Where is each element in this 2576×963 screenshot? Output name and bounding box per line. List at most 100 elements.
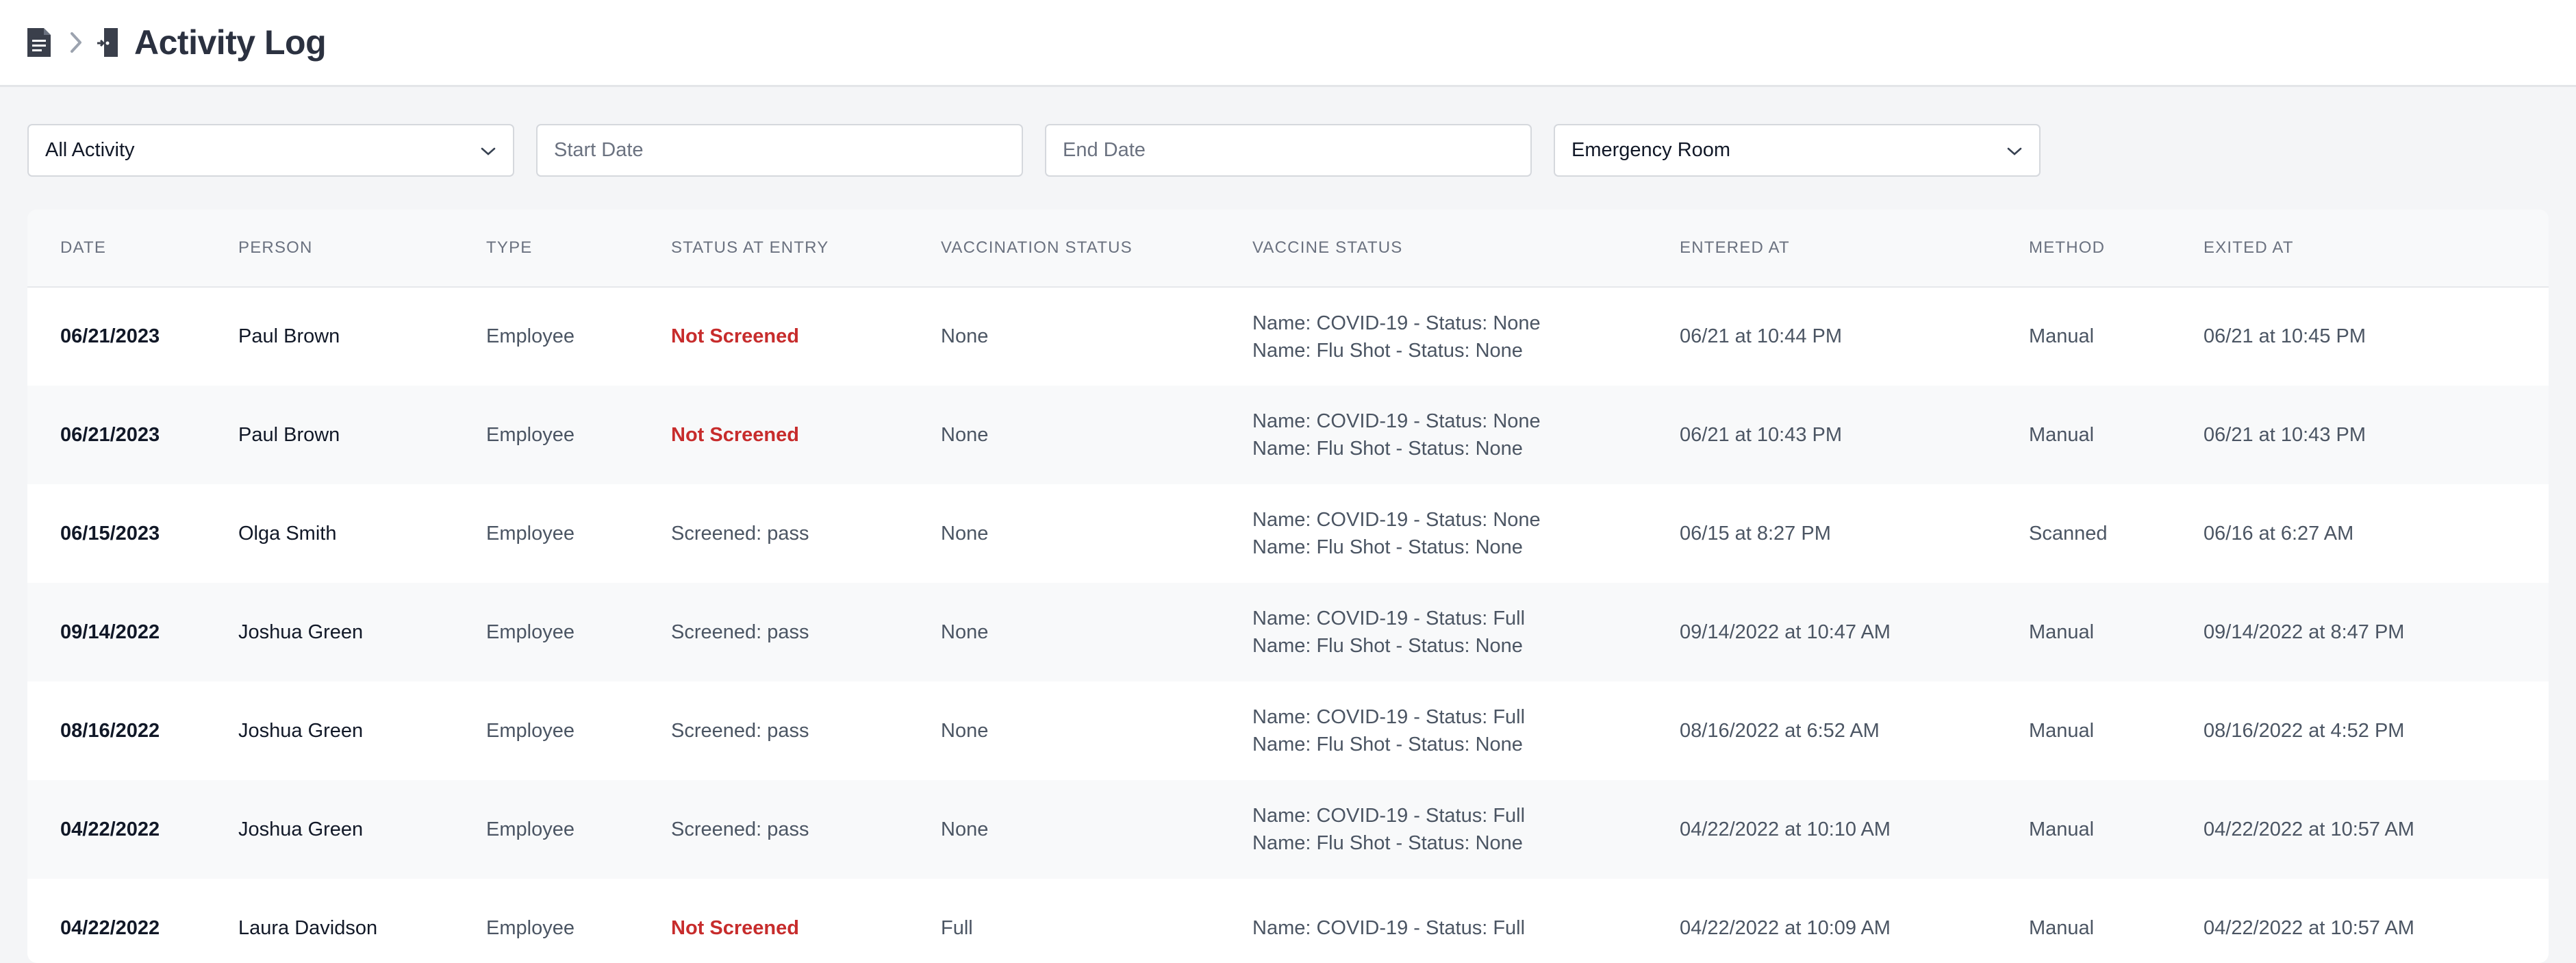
cell-vaccination-status: None — [941, 818, 989, 840]
cell-vaccination-status: None — [941, 423, 989, 446]
cell-type: Employee — [486, 522, 574, 545]
vaccine-status-line: Name: COVID-19 - Status: None — [1252, 410, 1541, 432]
chevron-right-icon — [70, 32, 82, 53]
activity-table-card: DATE PERSON TYPE STATUS AT ENTRY VACCINA… — [27, 210, 2549, 963]
cell-entered-at: 09/14/2022 at 10:47 AM — [1680, 621, 1891, 643]
table-row[interactable]: 04/22/2022 Joshua Green Employee Screened: … — [27, 780, 2549, 879]
cell-vaccine-status: Name: COVID-19 - Status: None Name: Flu S… — [1252, 386, 1680, 484]
cell-entered-at: 06/21 at 10:43 PM — [1680, 423, 1842, 446]
cell-vaccination-status: None — [941, 719, 989, 742]
cell-exited-at: 04/22/2022 at 10:57 AM — [2204, 916, 2414, 939]
cell-vaccine-status: Name: COVID-19 - Status: Full — [1252, 879, 1680, 963]
col-header-entered-at[interactable]: ENTERED AT — [1680, 210, 2029, 288]
vaccine-status-line: Name: Flu Shot - Status: None — [1252, 832, 1523, 854]
start-date-input[interactable] — [554, 125, 1005, 175]
vaccine-status-line: Name: COVID-19 - Status: Full — [1252, 706, 1526, 728]
cell-status-entry: Not Screened — [671, 916, 799, 939]
cell-method: Manual — [2029, 916, 2095, 939]
cell-type: Employee — [486, 818, 574, 840]
cell-vaccine-status: Name: COVID-19 - Status: Full Name: Flu S… — [1252, 583, 1680, 681]
cell-status-entry: Screened: pass — [671, 719, 809, 742]
cell-vaccine-status: Name: COVID-19 - Status: None Name: Flu S… — [1252, 287, 1680, 386]
col-header-vaccine-status[interactable]: VACCINE STATUS — [1252, 210, 1680, 288]
cell-method: Manual — [2029, 621, 2095, 643]
vaccine-status-line: Name: COVID-19 - Status: Full — [1252, 608, 1526, 629]
table-header-row: DATE PERSON TYPE STATUS AT ENTRY VACCINA… — [27, 210, 2549, 288]
location-select-value: Emergency Room — [1571, 139, 1731, 161]
col-header-vaccination-status[interactable]: VACCINATION STATUS — [941, 210, 1252, 288]
cell-method: Manual — [2029, 423, 2095, 446]
vaccine-status-line: Name: COVID-19 - Status: None — [1252, 312, 1541, 334]
cell-method: Manual — [2029, 325, 2095, 347]
cell-vaccination-status: None — [941, 522, 989, 545]
table-row[interactable]: 06/15/2023 Olga Smith Employee Screened: pa… — [27, 484, 2549, 583]
col-header-person[interactable]: PERSON — [238, 210, 486, 288]
vaccine-status-line: Name: COVID-19 - Status: Full — [1252, 917, 1526, 939]
cell-status-entry: Screened: pass — [671, 621, 809, 643]
cell-status-entry: Screened: pass — [671, 522, 809, 545]
start-date-field[interactable] — [536, 124, 1023, 177]
table-row[interactable]: 06/21/2023 Paul Brown Employee Not Screened… — [27, 287, 2549, 386]
cell-person: Joshua Green — [238, 621, 364, 643]
cell-exited-at: 09/14/2022 at 8:47 PM — [2204, 621, 2405, 643]
col-header-date[interactable]: DATE — [27, 210, 238, 288]
door-exit-icon[interactable] — [96, 27, 121, 58]
end-date-field[interactable] — [1045, 124, 1532, 177]
cell-exited-at: 06/21 at 10:43 PM — [2204, 423, 2366, 446]
table-row[interactable]: 06/21/2023 Paul Brown Employee Not Screened… — [27, 386, 2549, 484]
table-row[interactable]: 09/14/2022 Joshua Green Employee Screened: … — [27, 583, 2549, 681]
cell-status-entry: Not Screened — [671, 423, 799, 446]
cell-entered-at: 06/15 at 8:27 PM — [1680, 522, 1831, 545]
col-header-method[interactable]: METHOD — [2029, 210, 2204, 288]
cell-entered-at: 04/22/2022 at 10:09 AM — [1680, 916, 1891, 939]
cell-date: 06/15/2023 — [60, 522, 160, 545]
cell-method: Manual — [2029, 719, 2095, 742]
cell-person: Joshua Green — [238, 719, 364, 742]
cell-method: Manual — [2029, 818, 2095, 840]
chevron-down-icon — [2006, 139, 2023, 162]
end-date-input[interactable] — [1063, 125, 1514, 175]
vaccine-status-line: Name: Flu Shot - Status: None — [1252, 635, 1523, 657]
vaccine-status-line: Name: COVID-19 - Status: None — [1252, 509, 1541, 531]
cell-person: Laura Davidson — [238, 916, 378, 939]
col-header-status-entry[interactable]: STATUS AT ENTRY — [671, 210, 941, 288]
cell-date: 09/14/2022 — [60, 621, 160, 643]
cell-date: 08/16/2022 — [60, 719, 160, 742]
activity-select-value: All Activity — [45, 139, 135, 161]
cell-method: Scanned — [2029, 522, 2108, 545]
location-select[interactable]: Emergency Room — [1554, 124, 2041, 177]
filter-bar: All Activity Emergency Room — [27, 124, 2041, 177]
col-header-type[interactable]: TYPE — [486, 210, 671, 288]
cell-vaccine-status: Name: COVID-19 - Status: None Name: Flu S… — [1252, 484, 1680, 583]
document-icon[interactable] — [26, 27, 52, 58]
cell-exited-at: 06/21 at 10:45 PM — [2204, 325, 2366, 347]
page-title: Activity Log — [134, 23, 327, 62]
cell-vaccination-status: None — [941, 621, 989, 643]
activity-table: DATE PERSON TYPE STATUS AT ENTRY VACCINA… — [27, 210, 2549, 963]
cell-date: 06/21/2023 — [60, 423, 160, 446]
cell-date: 06/21/2023 — [60, 325, 160, 347]
vaccine-status-line: Name: Flu Shot - Status: None — [1252, 339, 1523, 362]
cell-status-entry: Not Screened — [671, 325, 799, 347]
cell-exited-at: 06/16 at 6:27 AM — [2204, 522, 2354, 545]
col-header-exited-at[interactable]: EXITED AT — [2204, 210, 2549, 288]
cell-person: Paul Brown — [238, 423, 340, 446]
activity-select[interactable]: All Activity — [27, 124, 514, 177]
cell-type: Employee — [486, 621, 574, 643]
cell-exited-at: 04/22/2022 at 10:57 AM — [2204, 818, 2414, 840]
cell-type: Employee — [486, 423, 574, 446]
chevron-down-icon — [480, 139, 496, 162]
vaccine-status-line: Name: Flu Shot - Status: None — [1252, 734, 1523, 755]
vaccine-status-line: Name: Flu Shot - Status: None — [1252, 536, 1523, 558]
cell-date: 04/22/2022 — [60, 916, 160, 939]
vaccine-status-line: Name: COVID-19 - Status: Full — [1252, 805, 1526, 827]
cell-type: Employee — [486, 719, 574, 742]
table-row[interactable]: 04/22/2022 Laura Davidson Employee Not Scre… — [27, 879, 2549, 963]
cell-entered-at: 08/16/2022 at 6:52 AM — [1680, 719, 1880, 742]
table-row[interactable]: 08/16/2022 Joshua Green Employee Screened: … — [27, 681, 2549, 780]
cell-vaccination-status: None — [941, 325, 989, 347]
cell-person: Paul Brown — [238, 325, 340, 347]
cell-status-entry: Screened: pass — [671, 818, 809, 840]
cell-person: Joshua Green — [238, 818, 364, 840]
cell-vaccination-status: Full — [941, 916, 973, 939]
